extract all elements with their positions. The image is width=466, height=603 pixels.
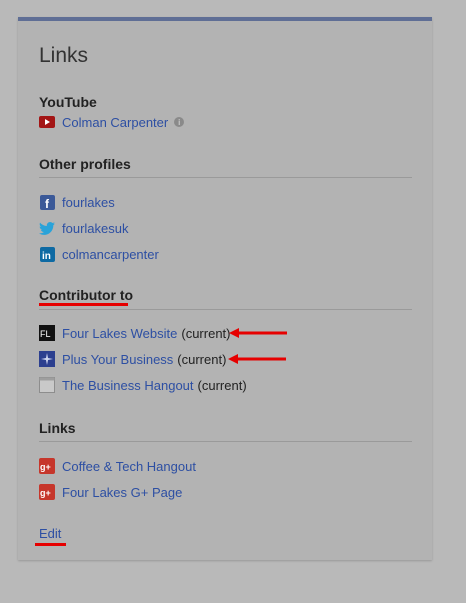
link-item-four-lakes-gplus[interactable]: g+ Four Lakes G+ Page bbox=[39, 483, 182, 501]
link-item-label[interactable]: Coffee & Tech Hangout bbox=[62, 459, 196, 474]
fourlakes-logo-icon: FL bbox=[39, 325, 55, 341]
contributor-link[interactable]: Four Lakes Website bbox=[62, 326, 177, 341]
svg-text:g+: g+ bbox=[40, 462, 51, 472]
page-icon bbox=[39, 377, 55, 393]
contributor-item-business-hangout[interactable]: The Business Hangout (current) bbox=[39, 376, 247, 394]
edit-link[interactable]: Edit bbox=[39, 526, 61, 541]
google-plus-icon: g+ bbox=[39, 484, 55, 500]
divider bbox=[39, 309, 412, 310]
google-plus-icon: g+ bbox=[39, 458, 55, 474]
contributor-status: (current) bbox=[177, 351, 227, 367]
links-heading: Links bbox=[39, 420, 76, 436]
youtube-heading: YouTube bbox=[39, 94, 97, 110]
edit-row[interactable]: Edit bbox=[39, 524, 61, 542]
annotation-underline bbox=[39, 303, 128, 306]
contributor-link[interactable]: The Business Hangout bbox=[62, 378, 194, 393]
link-item-coffee-tech[interactable]: g+ Coffee & Tech Hangout bbox=[39, 457, 196, 475]
svg-text:g+: g+ bbox=[40, 488, 51, 498]
twitter-icon bbox=[39, 220, 55, 236]
profile-item-twitter[interactable]: fourlakesuk bbox=[39, 219, 128, 237]
profile-link[interactable]: fourlakes bbox=[62, 195, 115, 210]
youtube-channel-row[interactable]: Colman Carpenter i bbox=[39, 113, 185, 131]
youtube-channel-link[interactable]: Colman Carpenter bbox=[62, 115, 168, 130]
annotation-arrow bbox=[228, 354, 286, 364]
other-profiles-heading: Other profiles bbox=[39, 156, 131, 172]
profile-link[interactable]: colmancarpenter bbox=[62, 247, 159, 262]
contributor-status: (current) bbox=[181, 325, 231, 341]
annotation-arrow bbox=[229, 328, 287, 338]
divider bbox=[39, 441, 412, 442]
divider bbox=[39, 177, 412, 178]
annotation-underline bbox=[35, 543, 66, 546]
contributor-item-four-lakes[interactable]: FL Four Lakes Website (current) bbox=[39, 324, 231, 342]
link-item-label[interactable]: Four Lakes G+ Page bbox=[62, 485, 182, 500]
profile-item-facebook[interactable]: f fourlakes bbox=[39, 193, 115, 211]
contributor-heading: Contributor to bbox=[39, 287, 134, 303]
svg-text:in: in bbox=[42, 251, 51, 262]
info-icon[interactable]: i bbox=[174, 117, 185, 127]
profile-link[interactable]: fourlakesuk bbox=[62, 221, 128, 236]
facebook-icon: f bbox=[39, 194, 55, 210]
svg-text:FL: FL bbox=[40, 329, 51, 339]
linkedin-icon: in bbox=[39, 246, 55, 262]
contributor-item-plus-your-business[interactable]: Plus Your Business (current) bbox=[39, 350, 226, 368]
contributor-link[interactable]: Plus Your Business bbox=[62, 352, 173, 367]
plus-your-business-icon bbox=[39, 351, 55, 367]
contributor-status: (current) bbox=[197, 377, 247, 393]
links-card: Links YouTube Colman Carpenter i Other p… bbox=[18, 17, 432, 560]
youtube-icon bbox=[39, 114, 55, 130]
card-title: Links bbox=[39, 44, 89, 67]
profile-item-linkedin[interactable]: in colmancarpenter bbox=[39, 245, 159, 263]
